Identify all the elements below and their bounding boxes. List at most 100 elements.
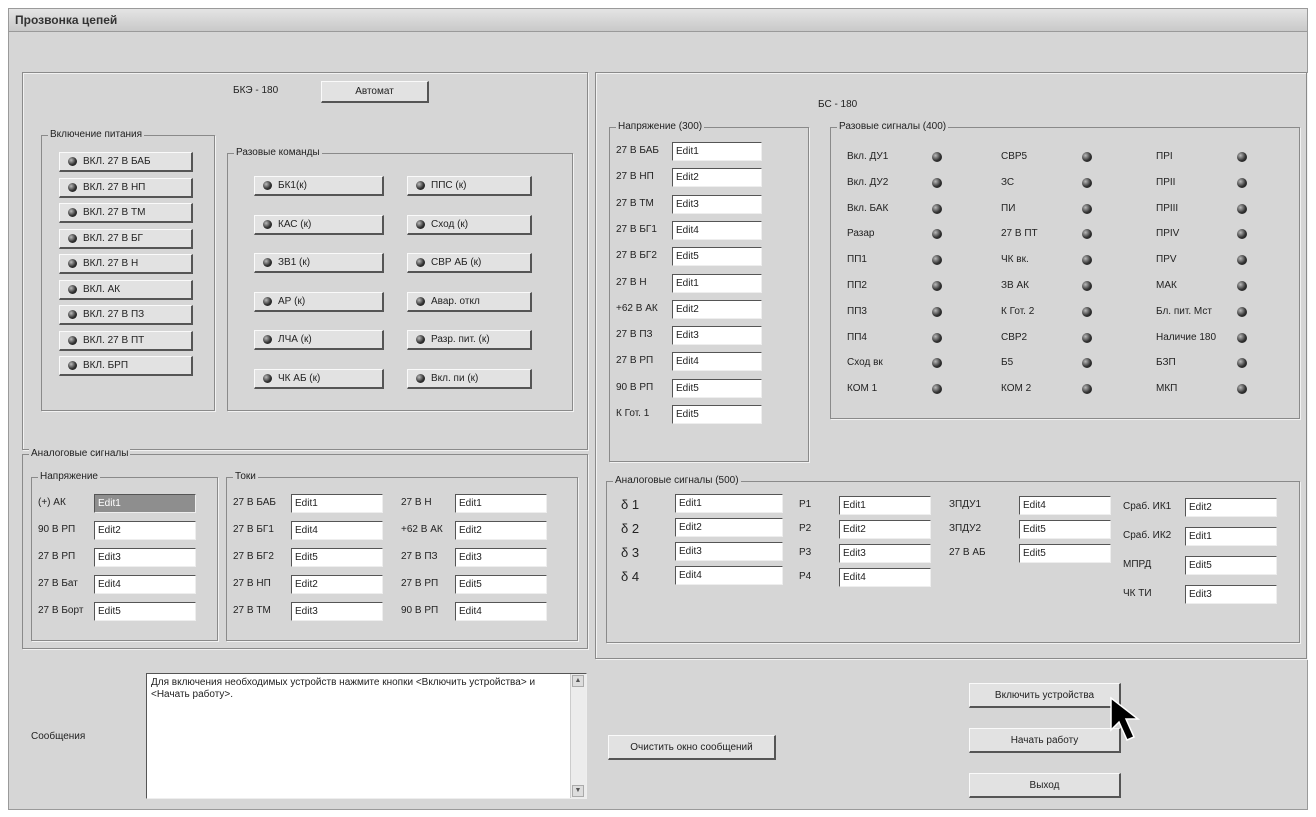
power-button[interactable]: ВКЛ. 27 В Н — [59, 254, 193, 274]
ik-row-label: МПРД — [1123, 559, 1152, 570]
power-button-label: ВКЛ. 27 В Н — [83, 258, 139, 269]
signal-label: ПИ — [1001, 202, 1016, 214]
bs-voltage-row-field[interactable]: Edit5 — [672, 405, 762, 424]
bs-voltage-row-field[interactable]: Edit5 — [672, 247, 762, 267]
ik-row-field[interactable]: Edit3 — [1185, 585, 1277, 604]
power-button-label: ВКЛ. БРП — [83, 360, 129, 371]
command-button[interactable]: КАС (к) — [254, 214, 384, 235]
p-row-field[interactable]: Edit1 — [839, 496, 931, 515]
exit-button[interactable]: Выход — [969, 773, 1121, 798]
current-row-field[interactable]: Edit4 — [291, 521, 383, 540]
voltage-row-field[interactable]: Edit4 — [94, 575, 196, 594]
command-button[interactable]: АР (к) — [254, 291, 384, 312]
command-button[interactable]: ЧК АБ (к) — [254, 368, 384, 389]
indicator-led-icon — [416, 219, 425, 229]
zp-row-field[interactable]: Edit5 — [1019, 520, 1111, 539]
delta-row-field[interactable]: Edit1 — [675, 494, 783, 513]
signal-indicator-icon — [932, 358, 942, 369]
current-row-field[interactable]: Edit2 — [291, 575, 383, 594]
signal-indicator-icon — [1082, 177, 1092, 188]
bs-voltage-row-label: 27 В НП — [616, 171, 654, 183]
bs-voltage-row-field[interactable]: Edit1 — [672, 273, 762, 293]
scroll-down-icon[interactable]: ▼ — [572, 785, 584, 797]
signal-label: К Гот. 2 — [1001, 305, 1035, 317]
bs-voltage-row-field[interactable]: Edit3 — [672, 194, 762, 214]
delta-row-field[interactable]: Edit2 — [675, 518, 783, 537]
bs-voltage-row-field[interactable]: Edit1 — [672, 142, 762, 161]
zp-row-field[interactable]: Edit5 — [1019, 544, 1111, 563]
current-row-field[interactable]: Edit1 — [455, 494, 547, 513]
start-work-button[interactable]: Начать работу — [969, 728, 1121, 753]
ik-row-field[interactable]: Edit5 — [1185, 556, 1277, 575]
bs-voltage-row-field[interactable]: Edit5 — [672, 378, 762, 398]
signal-indicator-icon — [1237, 306, 1247, 317]
voltage-row-label: 27 В Бат — [38, 578, 78, 589]
command-button[interactable]: Авар. откл — [407, 291, 532, 312]
indicator-led-icon — [68, 259, 77, 268]
bs-voltage-row-field[interactable]: Edit2 — [672, 168, 762, 188]
power-button[interactable]: ВКЛ. 27 В НП — [59, 177, 193, 198]
current-row-field[interactable]: Edit3 — [455, 548, 547, 567]
current-row-field[interactable]: Edit1 — [291, 494, 383, 513]
signal-label: ПП2 — [847, 280, 867, 291]
power-button[interactable]: ВКЛ. АК — [59, 279, 193, 300]
enable-devices-button[interactable]: Включить устройства — [969, 683, 1121, 708]
bs-voltage-title: Напряжение (300) — [616, 121, 705, 132]
voltage-row-field[interactable]: Edit2 — [94, 521, 196, 540]
bs-voltage-row-field[interactable]: Edit4 — [672, 352, 762, 372]
power-button[interactable]: ВКЛ. 27 В БАБ — [59, 152, 193, 172]
command-button[interactable]: Вкл. пи (к) — [407, 368, 532, 389]
delta-row-field[interactable]: Edit3 — [675, 542, 783, 561]
voltage-row-field[interactable]: Edit1 — [94, 494, 196, 513]
p-row-field[interactable]: Edit2 — [839, 520, 931, 539]
bs-voltage-row-label: 27 В Н — [616, 276, 647, 288]
ik-row-field[interactable]: Edit1 — [1185, 527, 1277, 546]
signal-label: Наличие 180 — [1156, 331, 1217, 343]
command-button[interactable]: СВР АБ (к) — [407, 253, 532, 273]
power-button[interactable]: ВКЛ. 27 В ПЗ — [59, 305, 193, 325]
voltage-row-field[interactable]: Edit5 — [94, 602, 196, 621]
voltage-row-field[interactable]: Edit3 — [94, 548, 196, 567]
p-row-field[interactable]: Edit4 — [839, 568, 931, 587]
command-button-label: Сход (к) — [431, 218, 469, 230]
signal-label: Вкл. БАК — [847, 202, 889, 214]
command-button[interactable]: ЗВ1 (к) — [254, 253, 384, 273]
bs-voltage-row-field[interactable]: Edit2 — [672, 299, 762, 319]
signal-label: ПП4 — [847, 331, 867, 343]
power-button[interactable]: ВКЛ. БРП — [59, 356, 193, 376]
ik-row-label: Сраб. ИК1 — [1123, 501, 1172, 512]
indicator-led-icon — [68, 233, 77, 243]
delta-row-field[interactable]: Edit4 — [675, 566, 783, 585]
signal-label: ПРIV — [1156, 228, 1180, 240]
delta-row-label: δ 3 — [621, 545, 640, 560]
current-row-field[interactable]: Edit2 — [455, 521, 547, 540]
current-row-field[interactable]: Edit5 — [455, 575, 547, 594]
power-button[interactable]: ВКЛ. 27 В БГ — [59, 228, 193, 249]
current-row-field[interactable]: Edit5 — [291, 548, 383, 567]
signal-indicator-icon — [932, 203, 942, 214]
scroll-up-icon[interactable]: ▲ — [572, 675, 584, 687]
signal-label: ЗС — [1001, 176, 1015, 188]
power-button[interactable]: ВКЛ. 27 В ПТ — [59, 330, 193, 351]
signal-label: Бл. пит. Мст — [1156, 305, 1212, 317]
command-button[interactable]: Разр. пит. (к) — [407, 330, 532, 350]
current-row-field[interactable]: Edit3 — [291, 602, 383, 621]
command-button[interactable]: ППС (к) — [407, 176, 532, 196]
p-row-field[interactable]: Edit3 — [839, 544, 931, 563]
messages-scrollbar[interactable]: ▲ ▼ — [570, 674, 586, 798]
bs-voltage-row-field[interactable]: Edit3 — [672, 326, 762, 346]
signal-label: Вкл. ДУ2 — [847, 176, 889, 188]
current-row-field[interactable]: Edit4 — [455, 602, 547, 621]
command-button[interactable]: БК1(к) — [254, 176, 384, 196]
bs-voltage-row-field[interactable]: Edit4 — [672, 220, 762, 240]
bs-voltage-row-label: 27 В РП — [616, 355, 654, 367]
messages-box[interactable]: Для включения необходимых устройств нажм… — [146, 673, 587, 799]
power-button[interactable]: ВКЛ. 27 В ТМ — [59, 203, 193, 223]
command-button[interactable]: ЛЧА (к) — [254, 330, 384, 350]
ik-row-field[interactable]: Edit2 — [1185, 498, 1277, 517]
indicator-led-icon — [68, 284, 77, 294]
automat-button[interactable]: Автомат — [321, 81, 429, 103]
clear-messages-button[interactable]: Очистить окно сообщений — [608, 735, 776, 760]
command-button[interactable]: Сход (к) — [407, 214, 532, 235]
zp-row-field[interactable]: Edit4 — [1019, 496, 1111, 515]
